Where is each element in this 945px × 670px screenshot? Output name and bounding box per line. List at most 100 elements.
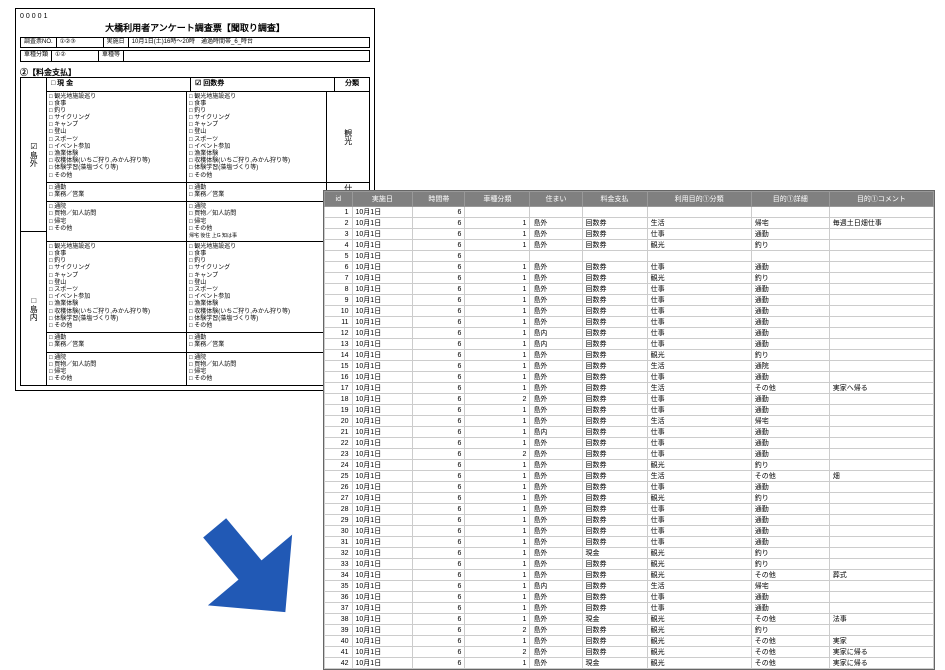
table-cell: 島外: [530, 537, 582, 548]
table-cell: 回数券: [582, 383, 647, 394]
table-cell: 36: [325, 592, 353, 603]
table-cell: 仕事: [647, 592, 751, 603]
table-cell: 釣り: [751, 240, 829, 251]
table-cell: 19: [325, 405, 353, 416]
table-row: 4210月1日61島外現金観光その他実家に帰る: [325, 658, 934, 669]
table-cell: 回数券: [582, 647, 647, 658]
table-cell: 6: [413, 361, 465, 372]
table-cell: 11: [325, 317, 353, 328]
table-cell: 10月1日: [352, 658, 413, 669]
table-cell: [829, 361, 933, 372]
table-cell: 10月1日: [352, 504, 413, 515]
table-cell: [465, 207, 530, 218]
table-row: 2210月1日61島外回数券仕事通勤: [325, 438, 934, 449]
table-cell: 島外: [530, 603, 582, 614]
table-cell: 6: [413, 482, 465, 493]
table-cell: 10月1日: [352, 427, 413, 438]
table-cell: [829, 482, 933, 493]
checkbox-item: サイクリング: [189, 265, 324, 272]
table-cell: 島外: [530, 647, 582, 658]
table-cell: 回数券: [582, 372, 647, 383]
table-cell: 2: [325, 218, 353, 229]
table-cell: [829, 295, 933, 306]
table-cell: 通勤: [751, 438, 829, 449]
table-row: 1810月1日62島外回数券仕事通勤: [325, 394, 934, 405]
table-row: 1110月1日61島外回数券仕事通勤: [325, 317, 934, 328]
table-cell: 10月1日: [352, 295, 413, 306]
survey-form: 00001 大橋利用者アンケート調査票【聞取り調査】 調査票NO. ①②③ 実施…: [15, 8, 375, 391]
table-cell: 10月1日: [352, 592, 413, 603]
table-cell: 生活: [647, 383, 751, 394]
table-cell: その他: [751, 570, 829, 581]
table-cell: [829, 372, 933, 383]
table-cell: 回数券: [582, 394, 647, 405]
checkbox-item: スポーツ: [189, 137, 324, 144]
table-cell: 1: [465, 614, 530, 625]
table-cell: 6: [413, 328, 465, 339]
table-cell: 31: [325, 537, 353, 548]
table-cell: 回数券: [582, 449, 647, 460]
table-cell: 島外: [530, 658, 582, 669]
table-cell: 観光: [647, 636, 751, 647]
table-row: 2810月1日61島外回数券仕事通勤: [325, 504, 934, 515]
table-cell: 仕事: [647, 339, 751, 350]
table-cell: 回数券: [582, 416, 647, 427]
checkbox-item: 観光地施設巡り: [49, 94, 184, 101]
table-row: 910月1日61島外回数券仕事通勤: [325, 295, 934, 306]
table-cell: 島内: [530, 427, 582, 438]
table-cell: 帰宅: [751, 581, 829, 592]
checkbox-item: 体験学習(藻塩づくり等): [49, 316, 184, 323]
table-cell: 島外: [530, 548, 582, 559]
table-cell: 島外: [530, 614, 582, 625]
table-cell: 島外: [530, 504, 582, 515]
table-cell: 畑: [829, 471, 933, 482]
table-cell: 6: [413, 394, 465, 405]
table-cell: その他: [751, 471, 829, 482]
table-cell: 島外: [530, 240, 582, 251]
table-row: 1610月1日61島外回数券仕事通勤: [325, 372, 934, 383]
checkbox-item: 買物／知人訪問: [189, 211, 324, 218]
table-cell: [829, 273, 933, 284]
table-cell: 仕事: [647, 537, 751, 548]
table-row: 1010月1日61島外回数券仕事通勤: [325, 306, 934, 317]
table-row: 710月1日61島外回数券観光釣り: [325, 273, 934, 284]
table-cell: 島外: [530, 273, 582, 284]
table-cell: 回数券: [582, 504, 647, 515]
table-cell: 10月1日: [352, 636, 413, 647]
table-cell: 24: [325, 460, 353, 471]
table-cell: 6: [413, 460, 465, 471]
table-cell: 通院: [751, 361, 829, 372]
table-cell: 1: [465, 317, 530, 328]
table-row: 3210月1日61島外現金観光釣り: [325, 548, 934, 559]
table-cell: 仕事: [647, 317, 751, 328]
table-cell: 通勤: [751, 537, 829, 548]
table-cell: 1: [465, 405, 530, 416]
table-cell: 実家に帰る: [829, 647, 933, 658]
table-cell: [582, 251, 647, 262]
table-cell: 回数券: [582, 361, 647, 372]
table-cell: 回数券: [582, 229, 647, 240]
checkbox-item: 買物／知人訪問: [49, 211, 184, 218]
table-cell: 42: [325, 658, 353, 669]
left-outside: ☑島外: [21, 78, 46, 232]
table-cell: 6: [413, 570, 465, 581]
table-cell: 1: [465, 273, 530, 284]
table-row: 2310月1日62島外回数券仕事通勤: [325, 449, 934, 460]
checkbox-item: その他: [189, 173, 324, 180]
table-cell: 島外: [530, 383, 582, 394]
table-cell: 30: [325, 526, 353, 537]
checkbox-item: 漁業体験: [49, 301, 184, 308]
checkbox-item: 業務／営業: [189, 342, 324, 349]
table-cell: 10: [325, 306, 353, 317]
table-cell: 32: [325, 548, 353, 559]
table-cell: 島外: [530, 625, 582, 636]
table-cell: 28: [325, 504, 353, 515]
table-cell: 10月1日: [352, 394, 413, 405]
table-cell: [829, 449, 933, 460]
table-cell: 1: [465, 416, 530, 427]
table-cell: 通勤: [751, 405, 829, 416]
checkbox-item: 観光地施設巡り: [189, 94, 324, 101]
table-cell: 6: [413, 559, 465, 570]
table-cell: 仕事: [647, 603, 751, 614]
life-items-cash: 通院買物／知人訪問帰宅その他: [47, 202, 187, 241]
